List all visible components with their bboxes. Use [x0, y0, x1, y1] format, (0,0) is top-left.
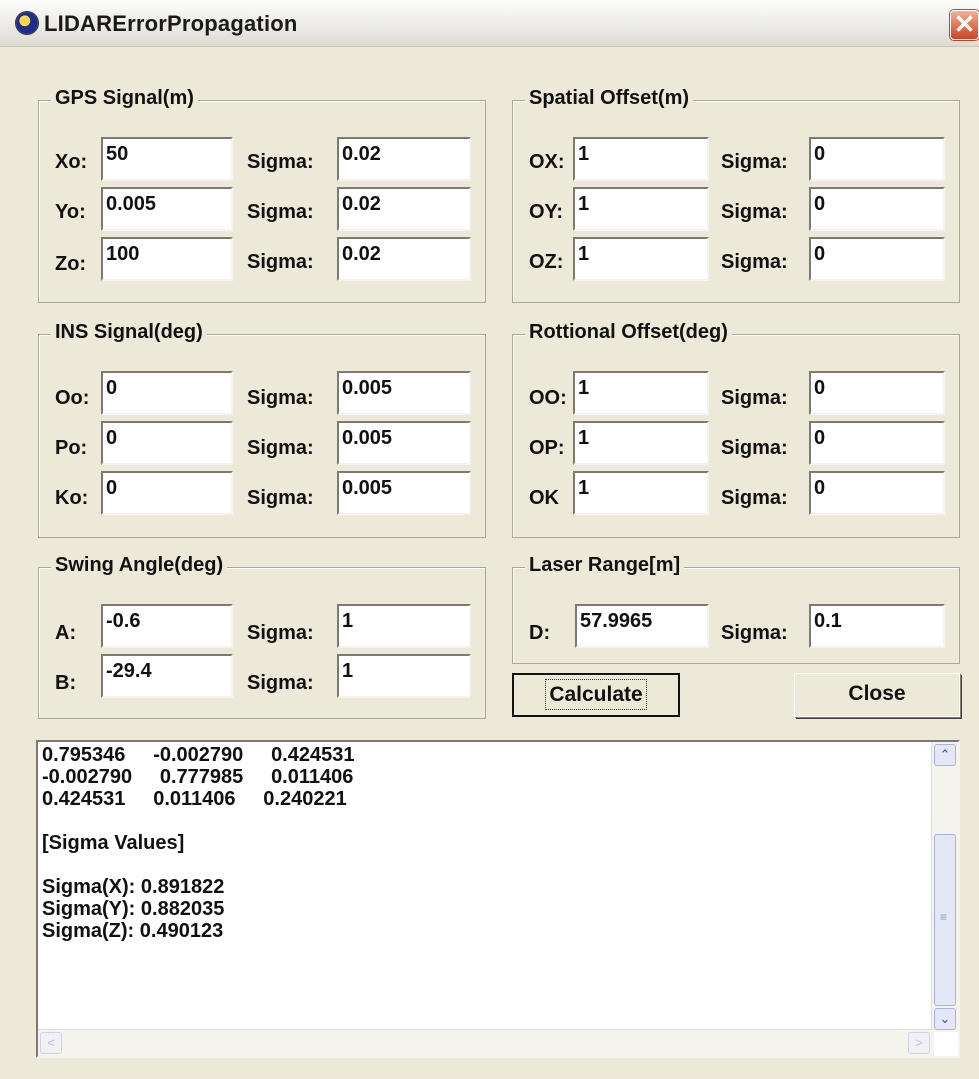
ox-input[interactable]: 1	[573, 137, 709, 181]
yo-sigma-input[interactable]: 0.02	[337, 187, 471, 231]
scroll-down-icon[interactable]: ⌄	[934, 1008, 956, 1030]
zo-label: Zo:	[55, 253, 87, 275]
d-sigma-label: Sigma:	[721, 622, 788, 644]
b-sigma-input[interactable]: 1	[337, 654, 471, 698]
window-title: LIDARErrorPropagation	[44, 11, 298, 36]
a-sigma-input[interactable]: 1	[337, 604, 471, 648]
xo-label: Xo:	[55, 151, 88, 173]
oo-input[interactable]: 0	[101, 371, 233, 415]
ko-sigma-label: Sigma:	[247, 487, 314, 509]
po-sigma-input[interactable]: 0.005	[337, 421, 471, 465]
oo-label: Oo:	[55, 387, 90, 409]
a-sigma-label: Sigma:	[247, 622, 314, 644]
title-bar: LIDARErrorPropagation ✕	[0, 0, 979, 47]
close-icon[interactable]: ✕	[950, 10, 979, 40]
calculate-button-label: Calculate	[545, 679, 647, 710]
scroll-up-icon[interactable]: ⌃	[934, 744, 956, 766]
op-offset-sigma-input[interactable]: 0	[809, 421, 945, 465]
laser-range-title: Laser Range[m]	[525, 554, 685, 577]
scroll-right-icon[interactable]: >	[908, 1032, 930, 1054]
ox-label: OX:	[529, 151, 565, 173]
results-textarea[interactable]: 0.795346 -0.002790 0.424531 -0.002790 0.…	[36, 740, 960, 1058]
ox-sigma-input[interactable]: 0	[809, 137, 945, 181]
calculate-button[interactable]: Calculate	[512, 673, 680, 717]
ins-signal-group: INS Signal(deg) Oo: 0 Sigma: 0.005 Po: 0…	[38, 321, 486, 538]
po-sigma-label: Sigma:	[247, 437, 314, 459]
d-sigma-input[interactable]: 0.1	[809, 604, 945, 648]
yo-input[interactable]: 0.005	[101, 187, 233, 231]
ok-offset-sigma-label: Sigma:	[721, 487, 788, 509]
oy-label: OY:	[529, 201, 564, 223]
b-label: B:	[55, 672, 77, 694]
scroll-left-icon[interactable]: <	[40, 1032, 62, 1054]
oy-sigma-input[interactable]: 0	[809, 187, 945, 231]
oz-input[interactable]: 1	[573, 237, 709, 281]
scroll-thumb[interactable]: ≡	[934, 834, 956, 1006]
spatial-offset-title: Spatial Offset(m)	[525, 87, 694, 110]
oz-sigma-input[interactable]: 0	[809, 237, 945, 281]
po-input[interactable]: 0	[101, 421, 233, 465]
horizontal-scrollbar[interactable]: < >	[38, 1029, 934, 1056]
ins-signal-title: INS Signal(deg)	[51, 321, 207, 344]
gps-signal-group: GPS Signal(m) Xo: 50 Sigma: 0.02 Yo: 0.0…	[38, 87, 486, 303]
ok-offset-input[interactable]: 1	[573, 471, 709, 515]
oz-sigma-label: Sigma:	[721, 251, 788, 273]
close-button[interactable]: Close	[794, 673, 960, 717]
zo-input[interactable]: 100	[101, 237, 233, 281]
zo-sigma-input[interactable]: 0.02	[337, 237, 471, 281]
d-label: D:	[529, 622, 551, 644]
oo-offset-sigma-label: Sigma:	[721, 387, 788, 409]
xo-sigma-label: Sigma:	[247, 151, 314, 173]
oo-sigma-input[interactable]: 0.005	[337, 371, 471, 415]
grip-icon: ≡	[940, 910, 948, 924]
laser-range-group: Laser Range[m] D: 57.9965 Sigma: 0.1	[512, 554, 960, 664]
app-window: LIDARErrorPropagation ✕ GPS Signal(m) Xo…	[0, 0, 979, 1079]
rotational-offset-group: Rottional Offset(deg) OO: 1 Sigma: 0 OP:…	[512, 321, 960, 538]
yo-sigma-label: Sigma:	[247, 201, 314, 223]
a-input[interactable]: -0.6	[101, 604, 233, 648]
spatial-offset-group: Spatial Offset(m) OX: 1 Sigma: 0 OY: 1 S…	[512, 87, 960, 303]
oy-sigma-label: Sigma:	[721, 201, 788, 223]
results-text: 0.795346 -0.002790 0.424531 -0.002790 0.…	[42, 744, 355, 942]
a-label: A:	[55, 622, 77, 644]
app-icon	[16, 12, 38, 34]
op-offset-label: OP:	[529, 437, 565, 459]
b-sigma-label: Sigma:	[247, 672, 314, 694]
oo-offset-input[interactable]: 1	[573, 371, 709, 415]
d-input[interactable]: 57.9965	[575, 604, 709, 648]
ko-input[interactable]: 0	[101, 471, 233, 515]
gps-signal-title: GPS Signal(m)	[51, 87, 198, 110]
yo-label: Yo:	[55, 201, 86, 223]
oy-input[interactable]: 1	[573, 187, 709, 231]
ok-offset-sigma-input[interactable]: 0	[809, 471, 945, 515]
ko-label: Ko:	[55, 487, 89, 509]
oz-label: OZ:	[529, 251, 564, 273]
oo-offset-sigma-input[interactable]: 0	[809, 371, 945, 415]
oo-sigma-label: Sigma:	[247, 387, 314, 409]
xo-sigma-input[interactable]: 0.02	[337, 137, 471, 181]
op-offset-sigma-label: Sigma:	[721, 437, 788, 459]
swing-angle-title: Swing Angle(deg)	[51, 554, 228, 577]
zo-sigma-label: Sigma:	[247, 251, 314, 273]
xo-input[interactable]: 50	[101, 137, 233, 181]
rotational-offset-title: Rottional Offset(deg)	[525, 321, 732, 344]
ko-sigma-input[interactable]: 0.005	[337, 471, 471, 515]
oo-offset-label: OO:	[529, 387, 567, 409]
ox-sigma-label: Sigma:	[721, 151, 788, 173]
po-label: Po:	[55, 437, 88, 459]
b-input[interactable]: -29.4	[101, 654, 233, 698]
ok-offset-label: OK	[529, 487, 559, 509]
swing-angle-group: Swing Angle(deg) A: -0.6 Sigma: 1 B: -29…	[38, 554, 486, 719]
vertical-scrollbar[interactable]: ⌃ ≡ ⌄	[931, 742, 958, 1032]
op-offset-input[interactable]: 1	[573, 421, 709, 465]
close-button-label: Close	[848, 682, 906, 705]
